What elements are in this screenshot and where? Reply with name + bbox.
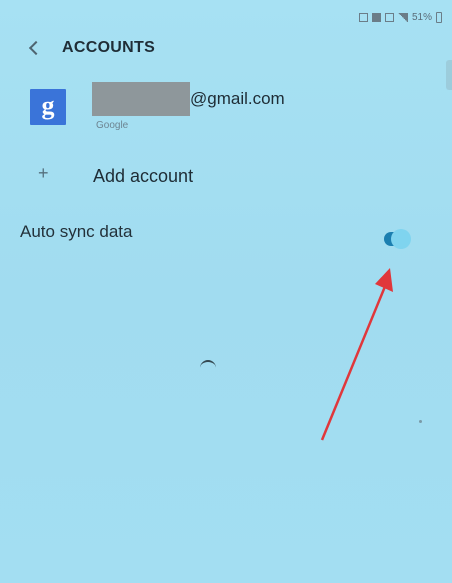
auto-sync-row: Auto sync data <box>0 214 452 270</box>
arrow-head <box>375 268 393 292</box>
arrow-shaft <box>320 283 388 441</box>
status-bar: 51% <box>358 8 442 26</box>
email-domain: @gmail.com <box>190 89 285 108</box>
header: ACCOUNTS <box>22 32 155 64</box>
account-type-label: Google <box>96 120 129 131</box>
page-title: ACCOUNTS <box>62 39 156 56</box>
email-redaction <box>92 82 190 116</box>
screen-speck <box>419 420 422 423</box>
notification-icon <box>358 12 368 22</box>
auto-sync-toggle[interactable] <box>380 228 412 250</box>
image-icon <box>384 12 394 22</box>
chevron-left-icon <box>28 40 43 56</box>
loading-indicator <box>200 360 216 370</box>
add-account-button[interactable]: + Add account <box>0 160 452 196</box>
add-account-label: Add account <box>93 166 194 186</box>
auto-sync-label: Auto sync data <box>20 222 133 241</box>
google-g-icon: g <box>30 89 66 125</box>
account-email: @gmail.com <box>92 82 285 116</box>
sim-icon <box>371 12 381 22</box>
plus-icon: + <box>38 163 49 183</box>
signal-icon <box>397 12 408 22</box>
battery-icon <box>436 11 442 23</box>
account-item-google[interactable]: g @gmail.com Google <box>0 82 452 138</box>
battery-percent: 51% <box>411 11 432 23</box>
back-button[interactable] <box>22 34 46 62</box>
toggle-knob <box>391 229 411 249</box>
